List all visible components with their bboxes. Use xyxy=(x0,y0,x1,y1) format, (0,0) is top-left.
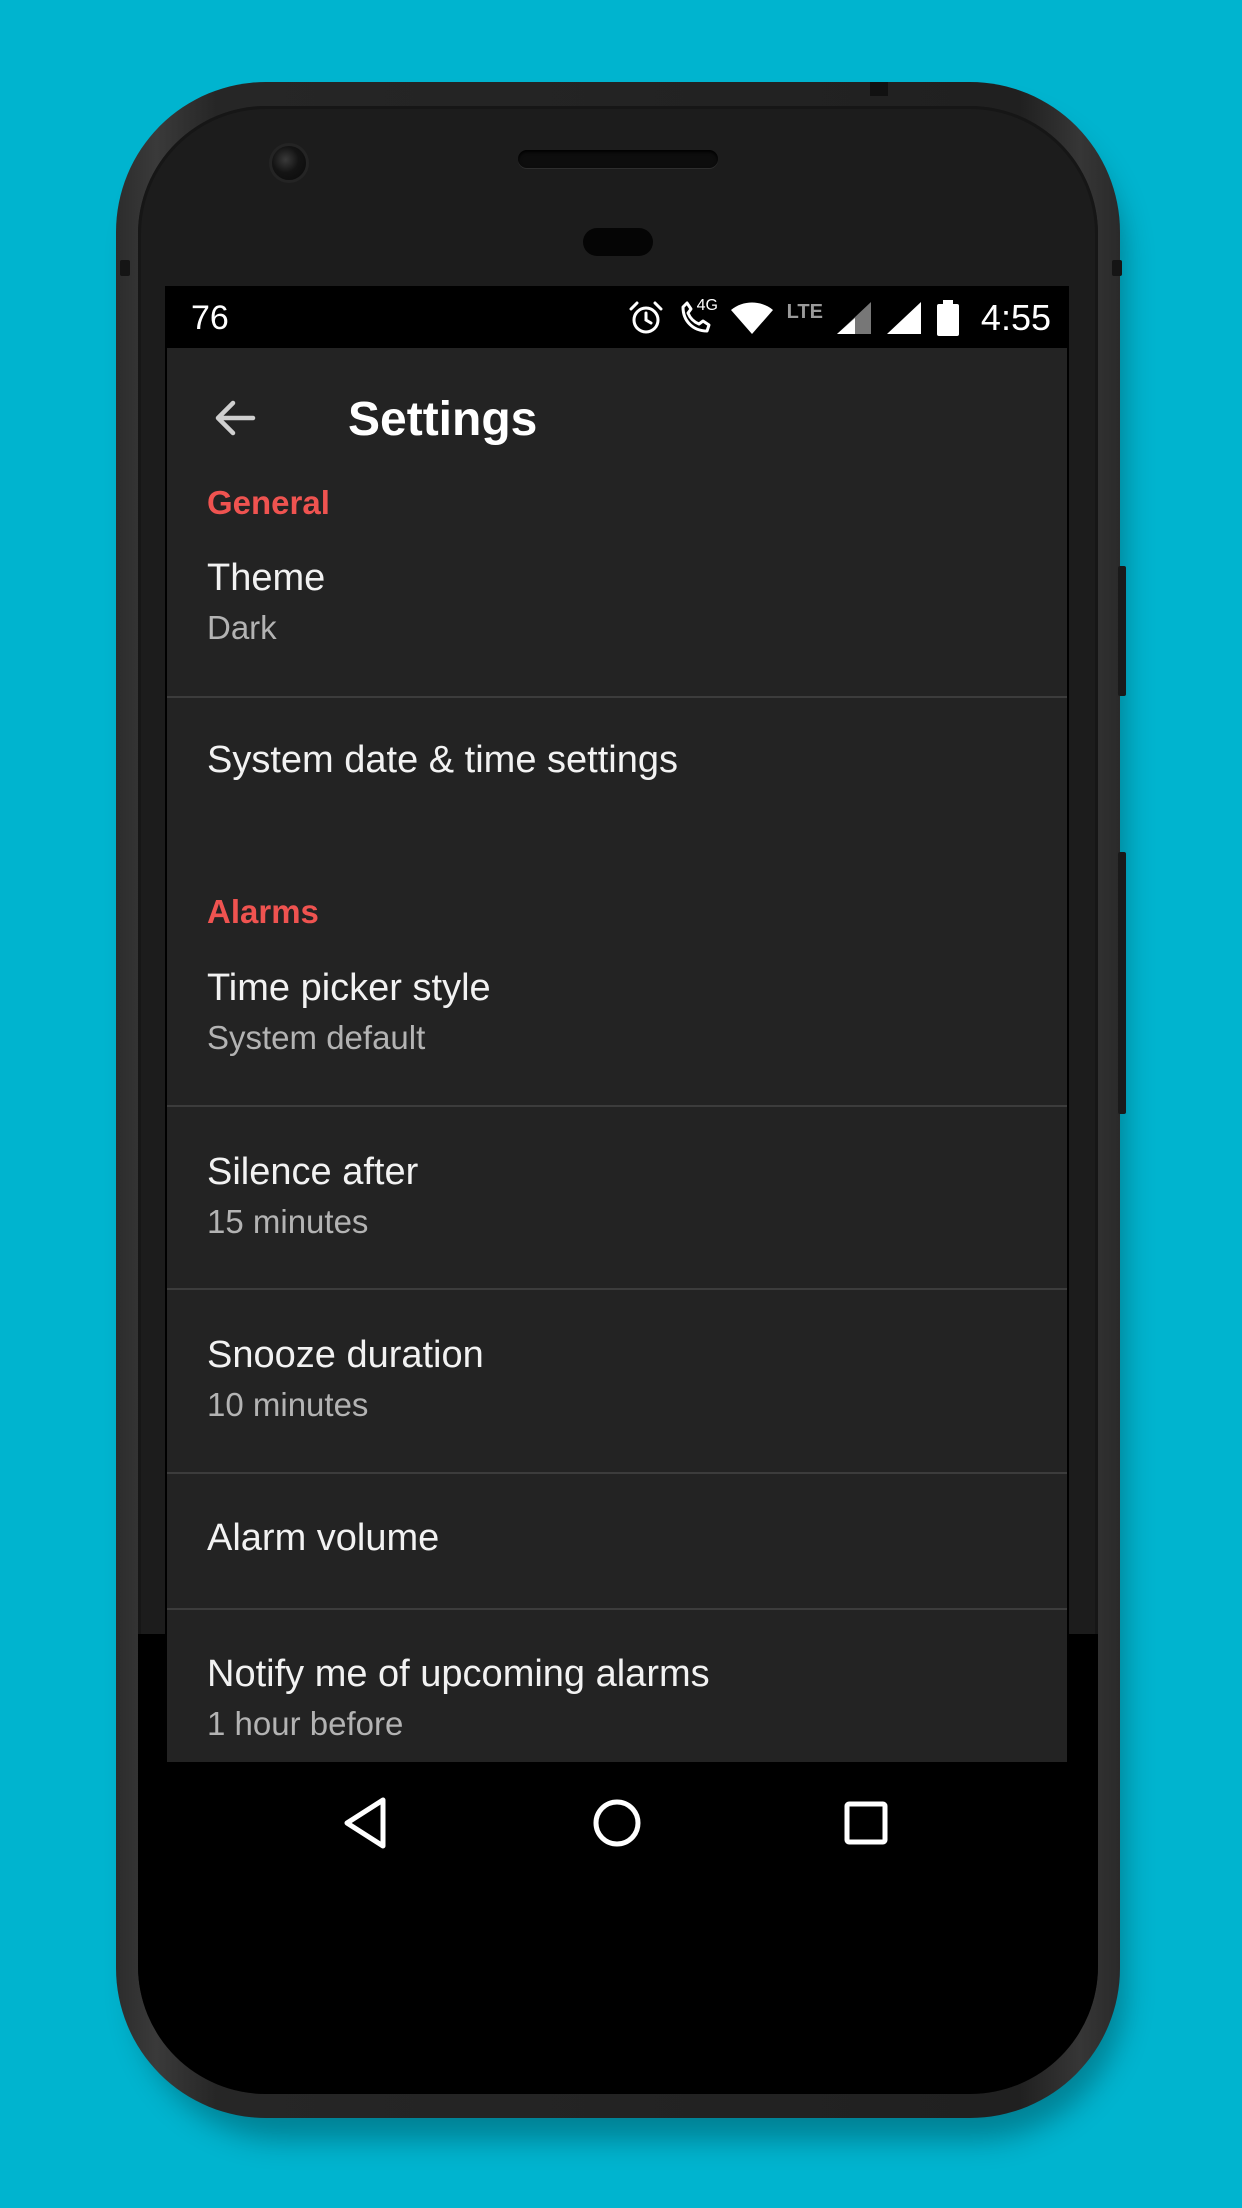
divider xyxy=(167,1288,1067,1290)
settings-screen: Settings General Theme Dark System date … xyxy=(167,348,1067,1762)
pref-snooze-duration[interactable]: Snooze duration 10 minutes xyxy=(167,1333,1067,1473)
page-title: Settings xyxy=(348,393,538,446)
proximity-sensor xyxy=(583,228,653,256)
alarm-icon xyxy=(629,301,663,334)
earpiece-speaker xyxy=(518,150,718,168)
arrow-back-icon xyxy=(215,400,256,436)
pref-summary: 10 minutes xyxy=(207,1386,369,1423)
cell-signal-icon xyxy=(836,302,871,334)
divider xyxy=(167,1608,1067,1610)
power-button xyxy=(1118,566,1126,696)
status-bar: 76 4G LTE 4:55 xyxy=(165,286,1069,348)
status-left-text: 76 xyxy=(191,299,229,337)
nav-home-button[interactable] xyxy=(582,1788,652,1858)
battery-icon xyxy=(936,300,959,336)
volte-call-icon: 4G xyxy=(677,297,718,337)
pref-title: Time picker style xyxy=(207,967,491,1009)
antenna-line xyxy=(870,82,888,96)
pref-title: Notify me of upcoming alarms xyxy=(207,1653,710,1695)
pref-theme[interactable]: Theme Dark xyxy=(167,556,1067,698)
lte-label: LTE xyxy=(786,300,823,323)
wifi-icon xyxy=(730,302,773,334)
cell-signal-icon xyxy=(886,302,921,334)
front-camera xyxy=(272,146,306,180)
pref-time-picker-style[interactable]: Time picker style System default xyxy=(167,966,1067,1106)
pref-title: Theme xyxy=(207,557,326,599)
nav-recents-button[interactable] xyxy=(831,1788,901,1858)
section-header-alarms: Alarms xyxy=(207,893,319,930)
pref-summary: System default xyxy=(207,1019,426,1056)
clock: 4:55 xyxy=(980,297,1051,338)
pref-title: Silence after xyxy=(207,1151,419,1193)
status-icons: 4G LTE 4:55 xyxy=(627,296,1051,340)
pref-silence-after[interactable]: Silence after 15 minutes xyxy=(167,1150,1067,1290)
side-seam xyxy=(1112,260,1122,276)
back-button[interactable] xyxy=(207,390,263,446)
toolbar: Settings xyxy=(167,348,1067,488)
recents-square-icon xyxy=(844,1801,888,1845)
back-triangle-icon xyxy=(344,1797,386,1849)
pref-title: Snooze duration xyxy=(207,1334,484,1376)
screen: 76 4G LTE 4:55 Settings General Theme Da… xyxy=(165,286,1069,1882)
pref-title: System date & time settings xyxy=(207,739,678,781)
volume-button xyxy=(1118,852,1126,1114)
pref-system-date-time[interactable]: System date & time settings xyxy=(167,698,1067,818)
nav-back-button[interactable] xyxy=(333,1788,403,1858)
pref-title: Alarm volume xyxy=(207,1517,440,1559)
pref-summary: 1 hour before xyxy=(207,1705,404,1742)
section-header-general: General xyxy=(207,484,330,521)
pref-upcoming-alarms[interactable]: Notify me of upcoming alarms 1 hour befo… xyxy=(167,1652,1067,1762)
side-seam xyxy=(120,260,130,276)
navigation-bar xyxy=(165,1762,1069,1882)
pref-summary: Dark xyxy=(207,609,277,646)
divider xyxy=(167,1105,1067,1107)
pref-summary: 15 minutes xyxy=(207,1203,369,1240)
call-network-label: 4G xyxy=(696,297,718,314)
home-circle-icon xyxy=(593,1799,641,1847)
pref-alarm-volume[interactable]: Alarm volume xyxy=(167,1474,1067,1608)
